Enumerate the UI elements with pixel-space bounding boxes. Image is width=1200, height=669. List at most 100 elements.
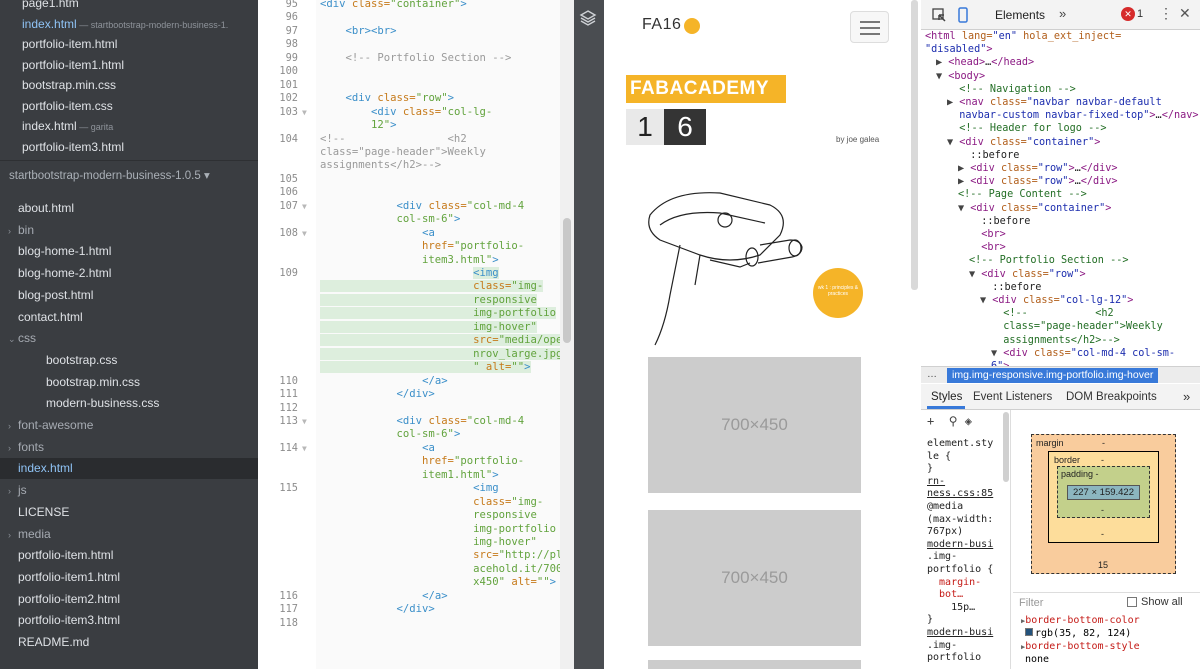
pin-icon[interactable]: ⚲ [949,414,958,428]
dom-tree[interactable]: <html lang="en" hola_ext_inject= "disable… [921,30,1200,366]
tree-file[interactable]: portfolio-item3.html [0,610,258,631]
styles-scrollbar[interactable] [1003,412,1009,482]
tab-event-listeners[interactable]: Event Listeners [973,391,1052,403]
tree-file[interactable]: contact.html [0,307,258,328]
dom-node[interactable]: ::before [969,215,1030,228]
dom-node[interactable]: assignments</h2>--> [991,334,1120,347]
tree-file[interactable]: portfolio-item.html [0,545,258,566]
tab-elements[interactable]: Elements [995,8,1045,22]
show-all-checkbox[interactable] [1127,597,1137,607]
dom-node[interactable]: ▼ <div class="container"> [947,136,1100,149]
navbar-brand[interactable]: FA16 [642,16,681,34]
open-file-item[interactable]: portfolio-item3.html [0,137,258,158]
editor-scrollbar[interactable] [560,0,574,669]
open-file-item[interactable]: bootstrap.min.css [0,75,258,96]
style-rule-line[interactable]: modern-busi [927,627,993,639]
breadcrumb-selected[interactable]: img.img-responsive.img-portfolio.img-hov… [947,368,1159,383]
fold-arrow-icon[interactable]: ▼ [302,202,307,211]
tree-file[interactable]: bootstrap.css [0,350,258,371]
dom-node[interactable]: ::before [958,149,1019,162]
week-badge[interactable]: wk 1 : principles & practices [813,268,863,318]
dom-node[interactable]: <br> [969,241,1006,254]
box-padding[interactable]: padding - - 227 × 159.422 [1057,466,1150,518]
dom-node[interactable]: ▶ <head>…</head> [936,56,1034,69]
tree-file[interactable]: portfolio-item2.html [0,589,258,610]
dom-node[interactable]: <br> [969,228,1006,241]
dom-node[interactable]: <!-- Page Content --> [958,188,1087,201]
tree-folder[interactable]: › fonts [0,437,258,458]
more-tabs-icon[interactable]: » [1183,389,1190,404]
dom-node[interactable]: ::before [980,281,1041,294]
dom-node[interactable]: ▼ <div class="col-md-4 col-sm- [991,347,1175,360]
fold-arrow-icon[interactable]: ▼ [302,444,307,453]
inspect-icon[interactable] [931,7,947,23]
tree-folder[interactable]: ⌄ css [0,328,258,349]
code-editor[interactable]: 95 96 97 98 99 100 101 102 103 ▼ 104 105 106 107 ▼ 108 ▼… [258,0,574,669]
open-file-item[interactable]: index.html — startbootstrap-modern-busin… [0,14,258,35]
dom-node[interactable]: ▼ <div class="row"> [969,268,1086,281]
add-rule-icon[interactable]: + [927,414,934,428]
layers-icon[interactable] [578,8,598,28]
dom-node[interactable]: "disabled"> [925,43,992,56]
dom-node[interactable]: <!-- Header for logo --> [947,122,1106,135]
dom-node[interactable]: <html lang="en" hola_ext_inject= [925,30,1121,43]
tree-folder[interactable]: › media [0,524,258,545]
portfolio-placeholder-1[interactable]: 700×450 [648,357,861,493]
box-margin[interactable]: margin - 15 border - - padding - - 227 ×… [1031,434,1176,574]
tree-file[interactable]: about.html [0,198,258,219]
dom-node[interactable]: navbar-custom navbar-fixed-top">…</nav> [947,109,1198,122]
fold-arrow-icon[interactable]: ▼ [302,229,307,238]
tree-folder[interactable]: › bin [0,220,258,241]
error-icon[interactable]: ✕ [1121,7,1135,21]
box-content[interactable]: 227 × 159.422 [1067,485,1140,500]
dom-node[interactable]: <!-- Portfolio Section --> [969,254,1128,267]
style-rule-line[interactable]: ness.css:85 [927,488,993,500]
tab-dom-breakpoints[interactable]: DOM Breakpoints [1066,391,1157,403]
filter-input[interactable]: Filter [1019,597,1043,609]
computed-property[interactable]: ▶border-bottom-style [1021,640,1140,654]
tree-file[interactable]: blog-home-2.html [0,263,258,284]
editor-scroll-thumb[interactable] [563,218,571,343]
open-file-item[interactable]: portfolio-item.html [0,34,258,55]
device-scrollbar[interactable] [911,0,918,290]
style-rule-line[interactable]: modern-busi [927,539,993,551]
style-rule-line[interactable]: rn- [927,476,945,488]
breadcrumb-overflow[interactable]: … [927,369,937,380]
error-count[interactable]: 1 [1137,8,1143,20]
tree-file[interactable]: LICENSE [0,502,258,523]
kebab-menu-icon[interactable]: ⋮ [1159,5,1173,22]
device-mode-icon[interactable] [955,7,971,23]
tree-file[interactable]: bootstrap.min.css [0,372,258,393]
computed-property[interactable]: ▶border-bottom-color [1021,614,1140,628]
dom-node[interactable]: ▶ <div class="row">…</div> [958,162,1118,175]
dom-node[interactable]: <!-- <h2 [991,307,1113,320]
portfolio-placeholder-3[interactable] [648,660,861,669]
color-swatch[interactable] [1025,628,1033,636]
portfolio-placeholder-2[interactable]: 700×450 [648,510,861,646]
dom-node[interactable]: class="page-header">Weekly [991,320,1162,333]
dom-node[interactable]: ▼ <div class="container"> [958,202,1111,215]
dom-node[interactable]: <!-- Navigation --> [947,83,1076,96]
tree-file[interactable]: modern-business.css [0,393,258,414]
tree-folder[interactable]: › font-awesome [0,415,258,436]
tree-file[interactable]: blog-home-1.html [0,241,258,262]
tree-file[interactable]: blog-post.html [0,285,258,306]
dom-node[interactable]: ▶ <nav class="navbar navbar-default [947,96,1162,109]
tree-file[interactable]: index.html [0,458,258,480]
project-header[interactable]: startbootstrap-modern-business-1.0.5 ▾ [0,160,258,190]
close-icon[interactable]: ✕ [1179,5,1191,22]
open-file-item[interactable]: portfolio-item1.html [0,55,258,76]
dom-node[interactable]: ▼ <body> [936,70,985,83]
open-file-item[interactable]: index.html — garita [0,116,258,137]
box-border[interactable]: border - - padding - - 227 × 159.422 [1048,451,1159,543]
dom-node[interactable]: ▶ <div class="row">…</div> [958,175,1118,188]
show-all-label[interactable]: Show all [1141,596,1183,608]
pane-divider[interactable] [574,0,604,669]
navbar-toggle-button[interactable] [850,11,889,43]
toggle-state-icon[interactable]: ◈ [965,414,972,428]
tree-file[interactable]: portfolio-item1.html [0,567,258,588]
fold-arrow-icon[interactable]: ▼ [302,417,307,426]
tree-file[interactable]: README.md [0,632,258,653]
more-tabs-icon[interactable]: » [1059,6,1066,21]
tree-folder[interactable]: › js [0,480,258,501]
